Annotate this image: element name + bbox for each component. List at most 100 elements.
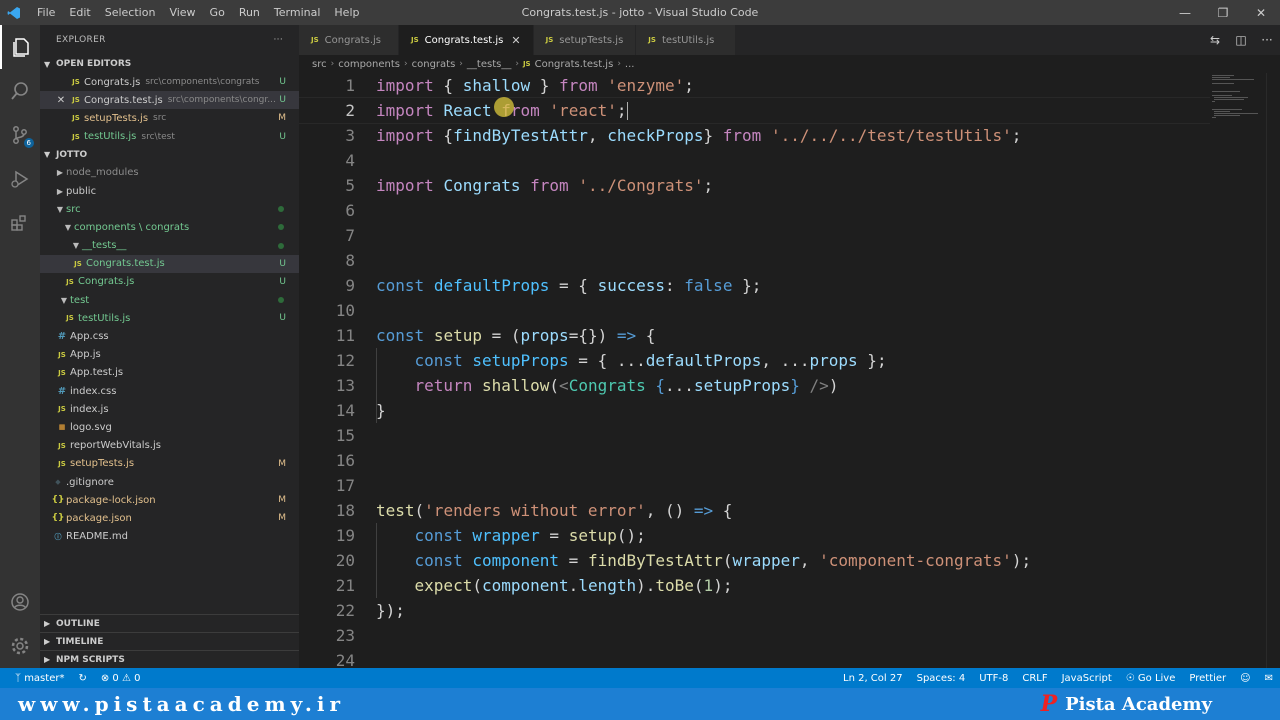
run-debug-icon[interactable] — [0, 157, 40, 201]
code-line: 15 — [335, 426, 355, 445]
chevron-right-icon: ▶ — [56, 186, 64, 196]
menu-terminal[interactable]: Terminal — [267, 6, 328, 19]
breadcrumb-item[interactable]: ... — [625, 59, 635, 70]
menu-edit[interactable]: Edit — [62, 6, 97, 19]
breadcrumb-item[interactable]: src — [312, 59, 327, 70]
menu-help[interactable]: Help — [327, 6, 366, 19]
tree-item-file[interactable]: JS App.test.js — [40, 364, 299, 382]
source-control-badge: 6 — [23, 138, 34, 148]
breadcrumb-item[interactable]: congrats — [412, 59, 456, 70]
chevron-right-icon: ▶ — [44, 619, 51, 628]
menu-file[interactable]: File — [30, 6, 62, 19]
extensions-icon[interactable] — [0, 201, 40, 245]
split-editor-icon[interactable]: ◫ — [1228, 33, 1254, 47]
tree-item-file[interactable]: # index.css — [40, 382, 299, 400]
tree-item-file[interactable]: JS index.js — [40, 400, 299, 418]
npm-scripts-section[interactable]: ▶ NPM SCRIPTS — [40, 650, 299, 668]
js-file-icon: JS — [58, 350, 66, 359]
tab-congrats-js[interactable]: JS Congrats.js — [299, 25, 399, 55]
tree-item-folder[interactable]: ▶ public — [40, 182, 299, 200]
tree-item-file[interactable]: JS Congrats.js U — [40, 273, 299, 291]
chevron-right-icon: › — [459, 59, 463, 69]
tree-item-folder[interactable]: ▼ components \ congrats — [40, 218, 299, 236]
code-line: 20 const component = findByTestAttr(wrap… — [335, 551, 1032, 570]
tree-item-file[interactable]: ▦ logo.svg — [40, 418, 299, 436]
breadcrumb-item[interactable]: Congrats.test.js — [535, 59, 614, 70]
more-actions-icon[interactable]: ··· — [1254, 33, 1280, 47]
close-window-icon[interactable]: ✕ — [1242, 0, 1280, 25]
open-editor-item[interactable]: ✕ JS Congrats.test.js src\components\cong… — [40, 91, 299, 110]
tree-item-file[interactable]: ◆ .gitignore — [40, 473, 299, 491]
timeline-section[interactable]: ▶ TIMELINE — [40, 632, 299, 650]
line-ending[interactable]: CRLF — [1015, 673, 1054, 684]
prettier-status[interactable]: Prettier — [1182, 673, 1233, 684]
settings-gear-icon[interactable] — [0, 624, 40, 668]
go-live-button[interactable]: ☉ Go Live — [1119, 673, 1183, 684]
accounts-icon[interactable] — [0, 580, 40, 624]
code-editor[interactable]: 1 import { shallow } from 'enzyme'; 2 impo… — [299, 73, 1210, 668]
tree-item-file[interactable]: # App.css — [40, 327, 299, 345]
search-icon[interactable] — [0, 69, 40, 113]
menu-go[interactable]: Go — [203, 6, 232, 19]
tab-test-utils-js[interactable]: JS testUtils.js — [636, 25, 737, 55]
chevron-down-icon: ▼ — [72, 241, 80, 251]
more-actions-icon[interactable]: ··· — [274, 35, 283, 45]
code-line: 21 expect(component.length).toBe(1); — [335, 576, 733, 595]
restore-icon[interactable]: ❐ — [1204, 0, 1242, 25]
menu-selection[interactable]: Selection — [98, 6, 163, 19]
explorer-icon[interactable] — [0, 25, 40, 69]
editor-scrollbar[interactable] — [1266, 73, 1280, 668]
code-line: 2 import React from 'react'; — [299, 97, 1210, 124]
breadcrumb-item[interactable]: components — [338, 59, 400, 70]
indentation[interactable]: Spaces: 4 — [910, 673, 973, 684]
chevron-right-icon: ▶ — [44, 637, 51, 646]
tab-setup-tests-js[interactable]: JS setupTests.js — [533, 25, 637, 55]
open-editor-item[interactable]: JS setupTests.js src M — [40, 109, 299, 127]
js-file-icon: JS — [66, 314, 74, 323]
git-file-icon: ◆ — [55, 478, 61, 487]
tree-item-file[interactable]: JS setupTests.js M — [40, 455, 299, 473]
code-line: 6 — [345, 201, 355, 220]
close-icon[interactable]: ✕ — [511, 34, 520, 47]
watermark-brand: P Pista Academy — [1040, 691, 1212, 717]
js-file-icon: JS — [411, 36, 419, 44]
open-editors-section[interactable]: ▼ OPEN EDITORS — [40, 55, 299, 73]
notifications-bell-icon[interactable]: ✉ — [1258, 673, 1280, 684]
tree-item-folder[interactable]: ▶ node_modules — [40, 164, 299, 182]
problems-status[interactable]: ⊗ 0 ⚠ 0 — [94, 673, 148, 684]
minimap[interactable] — [1210, 73, 1266, 668]
tree-item-folder[interactable]: ▼ test — [40, 291, 299, 309]
cursor-position[interactable]: Ln 2, Col 27 — [836, 673, 910, 684]
tree-item-file[interactable]: ⓘ README.md — [40, 528, 299, 546]
branch-status[interactable]: ᛉ master* — [8, 673, 71, 684]
tab-congrats-test-js[interactable]: JS Congrats.test.js ✕ — [399, 25, 534, 55]
project-section[interactable]: ▼ JOTTO — [40, 146, 299, 164]
tree-item-folder[interactable]: ▼ __tests__ — [40, 237, 299, 255]
tree-item-file[interactable]: {} package.json M — [40, 509, 299, 527]
breadcrumb-item[interactable]: __tests__ — [467, 59, 511, 70]
tree-item-file[interactable]: JS App.js — [40, 346, 299, 364]
compare-changes-icon[interactable]: ⇆ — [1202, 33, 1228, 47]
activity-bar: 6 — [0, 25, 40, 668]
tree-item-file[interactable]: JS reportWebVitals.js — [40, 437, 299, 455]
tree-item-file[interactable]: JS testUtils.js U — [40, 309, 299, 327]
open-editor-item[interactable]: JS testUtils.js src\test U — [40, 128, 299, 146]
explorer-sidebar: EXPLORER ··· ▼ OPEN EDITORS JS Congrats.… — [40, 25, 299, 668]
feedback-icon[interactable]: ☺ — [1233, 673, 1257, 684]
menu-view[interactable]: View — [162, 6, 202, 19]
sync-icon[interactable]: ↻ — [71, 673, 93, 684]
language-mode[interactable]: JavaScript — [1055, 673, 1119, 684]
code-line: 9 const defaultProps = { success: false }… — [345, 276, 762, 295]
encoding[interactable]: UTF-8 — [972, 673, 1015, 684]
watermark-banner: www.pistaacademy.ir P Pista Academy — [0, 688, 1280, 720]
source-control-icon[interactable]: 6 — [0, 113, 40, 157]
git-branch-icon: ᛉ — [15, 672, 21, 684]
menu-run[interactable]: Run — [232, 6, 267, 19]
tree-item-file[interactable]: JS Congrats.test.js U — [40, 254, 299, 273]
close-icon[interactable]: ✕ — [54, 95, 68, 106]
open-editor-item[interactable]: JS Congrats.js src\components\congrats U — [40, 73, 299, 91]
outline-section[interactable]: ▶ OUTLINE — [40, 614, 299, 632]
tree-item-file[interactable]: {} package-lock.json M — [40, 491, 299, 509]
tree-item-folder[interactable]: ▼ src — [40, 200, 299, 218]
minimize-icon[interactable]: — — [1166, 0, 1204, 25]
